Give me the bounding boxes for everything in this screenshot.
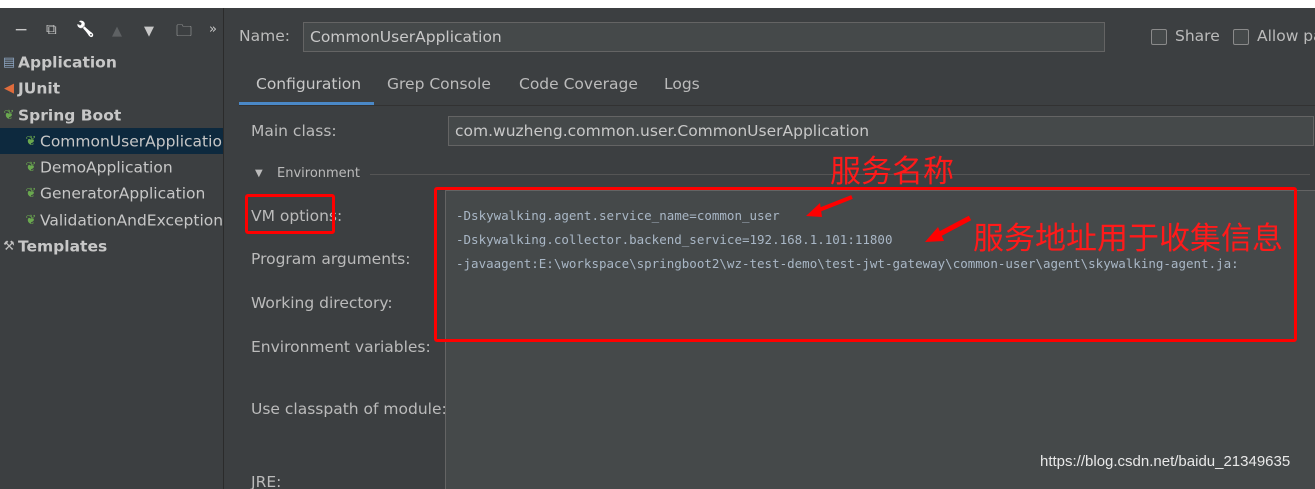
allow-parallel-label: Allow pa	[1257, 27, 1315, 45]
watermark: https://blog.csdn.net/baidu_21349635	[1040, 453, 1291, 470]
environment-section-label: Environment	[277, 166, 361, 181]
collapse-arrow-icon[interactable]: ▼	[255, 168, 263, 179]
tree-item-label: CommonUserApplication	[40, 132, 223, 151]
tree-item-common-user-application[interactable]: ❦ CommonUserApplication	[0, 128, 223, 154]
tree-item-label: DemoApplication	[40, 158, 173, 177]
jre-label: JRE:	[251, 473, 282, 489]
move-down-icon[interactable]: ▼	[144, 24, 154, 39]
tree-item-spring-boot[interactable]: ❦ Spring Boot	[0, 102, 223, 128]
name-label: Name:	[239, 27, 290, 45]
environment-variables-label: Environment variables:	[251, 338, 431, 356]
tab-code-coverage[interactable]: Code Coverage	[519, 75, 638, 93]
spring-app-error-icon: ❦	[25, 212, 37, 228]
vm-options-highlight-region	[434, 187, 1297, 342]
tree-item-label: GeneratorApplication	[40, 184, 206, 203]
main-class-label: Main class:	[251, 122, 337, 140]
tree-item-application[interactable]: ▤ Application	[0, 49, 223, 75]
allow-parallel-checkbox[interactable]	[1233, 29, 1249, 45]
tree-item-validation-application[interactable]: ❦ ValidationAndExceptionH	[0, 207, 223, 233]
junit-icon: ◀	[4, 80, 14, 96]
wrench-icon[interactable]: 🔧	[76, 20, 95, 38]
main-class-value: com.wuzheng.common.user.CommonUserApplic…	[455, 122, 870, 140]
tree-item-label: Spring Boot	[18, 106, 122, 125]
move-up-icon[interactable]: ▲	[112, 24, 122, 39]
tree-item-label: JUnit	[18, 79, 61, 98]
new-folder-icon[interactable]: 🗀	[176, 20, 192, 47]
service-address-annotation: 服务地址用于收集信息	[973, 221, 1283, 257]
spring-app-error-icon: ❦	[25, 159, 37, 175]
arrow-to-service-name	[806, 195, 853, 217]
name-field[interactable]: CommonUserApplication	[303, 22, 1105, 52]
program-arguments-label: Program arguments:	[251, 250, 411, 268]
tree-item-generator-application[interactable]: ❦ GeneratorApplication	[0, 180, 223, 206]
vm-options-highlight-box	[245, 194, 335, 234]
spring-app-error-icon: ❦	[25, 185, 37, 201]
window-icon: ▤	[2, 54, 16, 70]
working-directory-label: Working directory:	[251, 294, 393, 312]
tree-item-label: Templates	[18, 237, 108, 256]
tab-configuration[interactable]: Configuration	[256, 75, 361, 93]
arrow-to-service-address	[925, 215, 972, 242]
tab-divider	[239, 105, 1315, 106]
tab-grep-console[interactable]: Grep Console	[387, 75, 491, 93]
spring-boot-icon: ❦	[3, 107, 15, 123]
tree-item-label: Application	[18, 53, 117, 72]
remove-icon[interactable]: −	[14, 20, 28, 40]
spring-app-icon: ❦	[25, 133, 37, 149]
wrench-icon: ⚒	[3, 238, 15, 254]
tree-item-junit[interactable]: ◀ JUnit	[0, 75, 223, 101]
share-label: Share	[1175, 27, 1220, 45]
tree-item-demo-application[interactable]: ❦ DemoApplication	[0, 154, 223, 180]
service-name-annotation: 服务名称	[830, 154, 954, 190]
share-checkbox[interactable]	[1151, 29, 1167, 45]
tree-item-label: ValidationAndExceptionH	[40, 211, 223, 230]
copy-icon[interactable]: ⧉	[46, 20, 57, 38]
configurations-tree-panel: − ⧉ 🔧 ▲ ▼ 🗀 » ▤ Application ◀ JUnit ❦ Sprin…	[0, 8, 224, 489]
tree-item-templates[interactable]: ⚒ Templates	[0, 233, 223, 259]
run-configurations-dialog: − ⧉ 🔧 ▲ ▼ 🗀 » ▤ Application ◀ JUnit ❦ Sprin…	[0, 8, 1315, 489]
more-icon[interactable]: »	[209, 22, 217, 37]
classpath-module-label: Use classpath of module:	[251, 400, 447, 418]
name-field-value: CommonUserApplication	[310, 28, 502, 46]
tab-logs[interactable]: Logs	[664, 75, 700, 93]
main-class-field[interactable]: com.wuzheng.common.user.CommonUserApplic…	[448, 116, 1314, 146]
